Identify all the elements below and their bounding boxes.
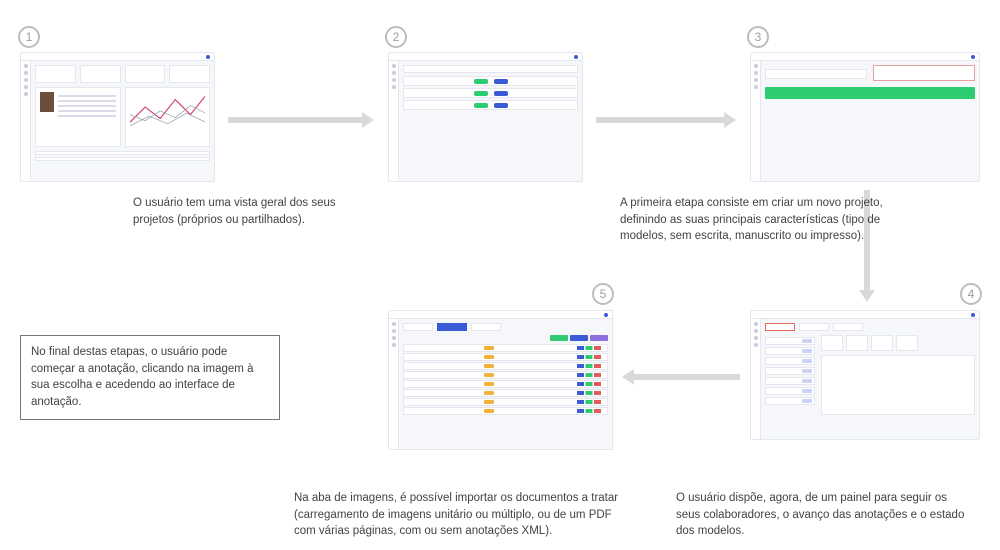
screenshot-step-5: [388, 310, 613, 450]
arrow-2-to-3: [596, 115, 736, 125]
screenshot-step-4: [750, 310, 980, 440]
caption-step-2: A primeira etapa consiste em criar um no…: [620, 195, 920, 245]
caption-step-1: O usuário tem uma vista geral dos seus p…: [133, 195, 363, 228]
step-badge-3: 3: [747, 26, 769, 48]
arrow-1-to-2: [228, 115, 374, 125]
screenshot-step-2: [388, 52, 583, 182]
step-number: 4: [968, 287, 975, 301]
final-note-text: No final destas etapas, o usuário pode c…: [31, 346, 253, 408]
caption-step-4: O usuário dispõe, agora, de um painel pa…: [676, 490, 966, 540]
step-badge-2: 2: [385, 26, 407, 48]
step-badge-4: 4: [960, 283, 982, 305]
step-badge-1: 1: [18, 26, 40, 48]
step-number: 1: [26, 30, 33, 44]
step-number: 5: [600, 287, 607, 301]
screenshot-step-3: [750, 52, 980, 182]
step-number: 3: [755, 30, 762, 44]
arrow-4-to-5: [622, 372, 740, 382]
screenshot-step-1: [20, 52, 215, 182]
final-note-box: No final destas etapas, o usuário pode c…: [20, 335, 280, 420]
step-badge-5: 5: [592, 283, 614, 305]
caption-step-5: Na aba de imagens, é possível importar o…: [294, 490, 634, 540]
step-number: 2: [393, 30, 400, 44]
